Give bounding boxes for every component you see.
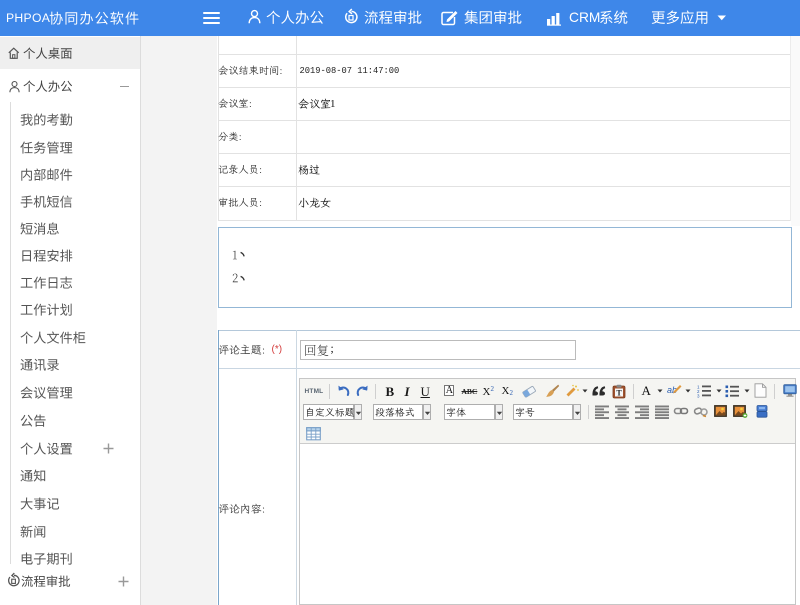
svg-text:T: T — [616, 388, 622, 397]
